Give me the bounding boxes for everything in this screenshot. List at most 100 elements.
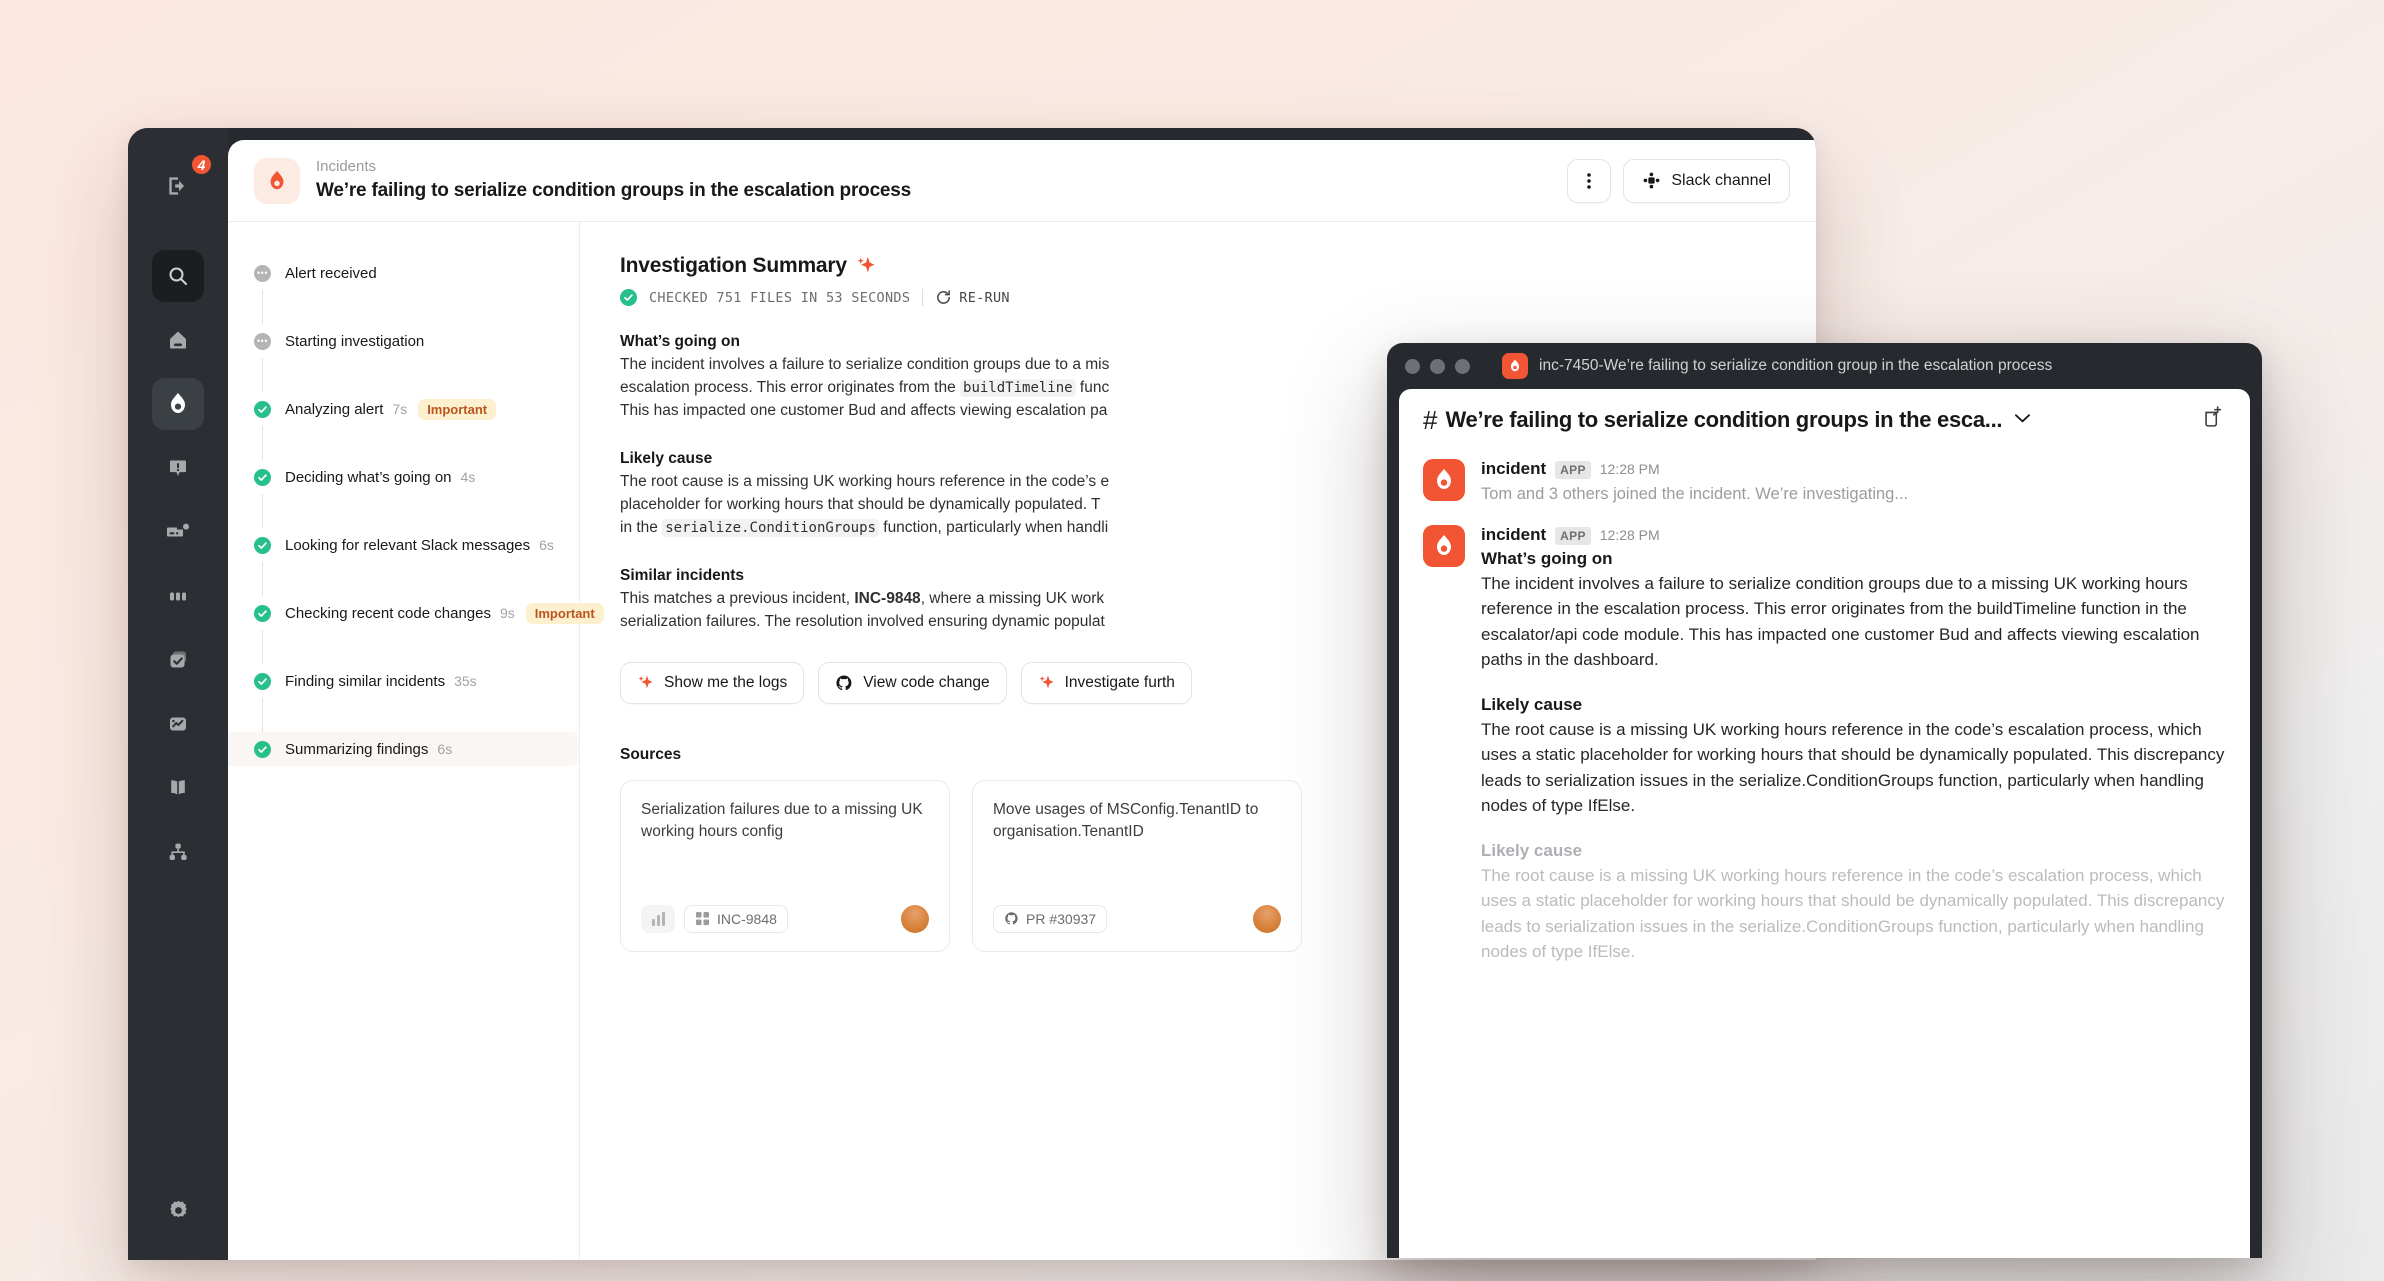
slack-channel-button[interactable]: Slack channel	[1623, 158, 1790, 203]
inbox-badge: 4	[189, 152, 214, 177]
slack-channel-button-label: Slack channel	[1671, 171, 1771, 189]
flame-glyph	[1510, 359, 1520, 372]
sidebar-item-insights[interactable]	[152, 698, 204, 750]
follow-ups-icon	[170, 651, 186, 667]
kebab-menu-icon	[1587, 172, 1592, 189]
sparkle-icon	[638, 675, 653, 688]
slack-message-heading: What’s going on	[1481, 548, 1613, 568]
new-canvas-icon[interactable]	[2201, 405, 2226, 436]
slack-channel-name[interactable]: We’re failing to serialize condition gro…	[1445, 407, 2002, 433]
flame-icon	[270, 170, 284, 189]
sidebar-item-incidents[interactable]	[152, 378, 204, 430]
source-ref-pill[interactable]: INC-9848	[684, 904, 788, 933]
timeline-item[interactable]: Analyzing alert 7s Important	[228, 392, 579, 426]
sidebar-item-alerts[interactable]	[152, 442, 204, 494]
timeline-check-icon	[254, 468, 271, 486]
sidebar-item-status-pages[interactable]	[152, 570, 204, 622]
summary-meta-text: CHECKED 751 FILES IN 53 SECONDS	[649, 289, 911, 306]
timeline-item[interactable]: Finding similar incidents 35s	[228, 664, 579, 698]
timeline-item[interactable]: Summarizing findings 6s	[228, 732, 579, 766]
window-close-button[interactable]	[1405, 358, 1420, 374]
source-ref-pill[interactable]: PR #30937	[993, 904, 1108, 933]
slack-app-badge: APP	[1555, 461, 1591, 479]
timeline-check-icon	[254, 536, 271, 554]
window-maximize-button[interactable]	[1455, 358, 1470, 374]
wgo-line3: This has impacted one customer Bud and a…	[620, 401, 1108, 419]
timeline-item[interactable]: Starting investigation	[228, 324, 579, 358]
avatar	[1253, 904, 1281, 933]
incident-grid-icon	[695, 911, 710, 926]
incident-flame-avatar	[254, 157, 300, 204]
app-header: Incidents We’re failing to serialize con…	[228, 140, 1816, 222]
chip-label: Show me the logs	[664, 673, 788, 691]
slack-app-avatar	[1423, 459, 1465, 501]
source-footer: INC-9848	[641, 904, 929, 933]
ai-sparkle-icon	[857, 256, 875, 273]
source-ref-label: PR #30937	[1026, 910, 1097, 927]
slack-message-list: incident APP 12:28 PM Tom and 3 others join…	[1399, 451, 2250, 965]
source-ref-label: INC-9848	[717, 910, 777, 927]
timeline-item-duration: 35s	[454, 673, 477, 689]
window-minimize-button[interactable]	[1430, 358, 1445, 374]
refresh-icon	[937, 290, 951, 304]
timeline-check-icon	[254, 604, 271, 622]
sidebar-item-settings[interactable]	[152, 1184, 204, 1236]
sidebar-item-inbox[interactable]: 4	[152, 152, 214, 212]
slack-message-time: 12:28 PM	[1599, 526, 1660, 543]
timeline-item-label: Analyzing alert	[285, 400, 384, 418]
slack-message-paragraph-3: The root cause is a missing UK working h…	[1481, 865, 2225, 962]
slack-icon	[1643, 172, 1660, 189]
timeline-item[interactable]: Deciding what’s going on 4s	[228, 460, 579, 494]
home-icon	[170, 331, 186, 349]
sidebar-item-on-call[interactable]	[152, 506, 204, 558]
header-actions: Slack channel	[1567, 158, 1790, 203]
check-glyph	[624, 294, 633, 301]
source-title: Serialization failures due to a missing …	[641, 800, 923, 840]
more-options-button[interactable]	[1567, 158, 1612, 203]
si-pre: This matches a previous incident,	[620, 589, 855, 607]
timeline-item-label: Checking recent code changes	[285, 604, 491, 622]
timeline-item[interactable]: Checking recent code changes 9s Important	[228, 596, 604, 630]
slack-header-actions	[2201, 405, 2226, 436]
source-card[interactable]: Move usages of MSConfig.TenantID to orga…	[972, 779, 1302, 952]
timeline-item-duration: 4s	[460, 469, 476, 485]
sparkle-icon	[1039, 675, 1054, 688]
re-run-button[interactable]: RE-RUN	[935, 289, 1010, 306]
breadcrumb[interactable]: Incidents	[316, 157, 1567, 177]
lc-line2: placeholder for working hours that shoul…	[620, 495, 1101, 513]
slack-message-muted-text: Tom and 3 others joined the incident. We…	[1481, 485, 1909, 503]
suggested-action-chip[interactable]: Investigate furth	[1020, 661, 1192, 704]
timeline-item[interactable]: Alert received	[228, 256, 579, 290]
chevron-down-icon[interactable]	[2014, 411, 2031, 429]
sidebar-item-search[interactable]	[152, 250, 204, 302]
sidebar-item-home[interactable]	[152, 314, 204, 366]
hash-icon: #	[1423, 404, 1438, 435]
status-pages-icon	[170, 592, 186, 601]
timeline-check-icon	[254, 740, 271, 758]
re-run-label: RE-RUN	[959, 289, 1010, 306]
settings-gear-icon	[169, 1200, 187, 1217]
slack-message-author[interactable]: incident	[1481, 459, 1546, 479]
timeline-item[interactable]: Looking for relevant Slack messages 6s	[228, 528, 579, 562]
suggested-action-chip[interactable]: Show me the logs	[620, 661, 805, 704]
si-incident-ref: INC-9848	[854, 589, 921, 607]
slack-message-body: incident APP 12:28 PM What’s going on The in…	[1481, 525, 2226, 965]
slack-message-header: incident APP 12:28 PM	[1481, 459, 2226, 479]
timeline-item-badge: Important	[418, 398, 497, 420]
github-icon	[1005, 912, 1018, 925]
sidebar-item-workflows[interactable]	[152, 826, 204, 878]
timeline-list: Alert received Starting investigation Anal…	[228, 256, 604, 766]
sidebar-item-follow-ups[interactable]	[152, 634, 204, 686]
slack-message: incident APP 12:28 PM Tom and 3 others join…	[1423, 459, 2226, 507]
wgo-line1: The incident involves a failure to seria…	[620, 356, 1110, 373]
slack-message-heading-3: Likely cause	[1481, 840, 1583, 860]
timeline-connector	[262, 290, 263, 324]
timeline-connector	[262, 630, 263, 664]
timeline-item-duration: 6s	[539, 537, 554, 553]
lc-line3a: in the	[620, 518, 663, 536]
slack-message-author[interactable]: incident	[1481, 525, 1546, 545]
suggested-action-chip[interactable]: View code change	[818, 661, 1007, 704]
source-card[interactable]: Serialization failures due to a missing …	[620, 779, 950, 952]
chip-label: View code change	[863, 673, 990, 691]
sidebar-item-catalog[interactable]	[152, 762, 204, 814]
